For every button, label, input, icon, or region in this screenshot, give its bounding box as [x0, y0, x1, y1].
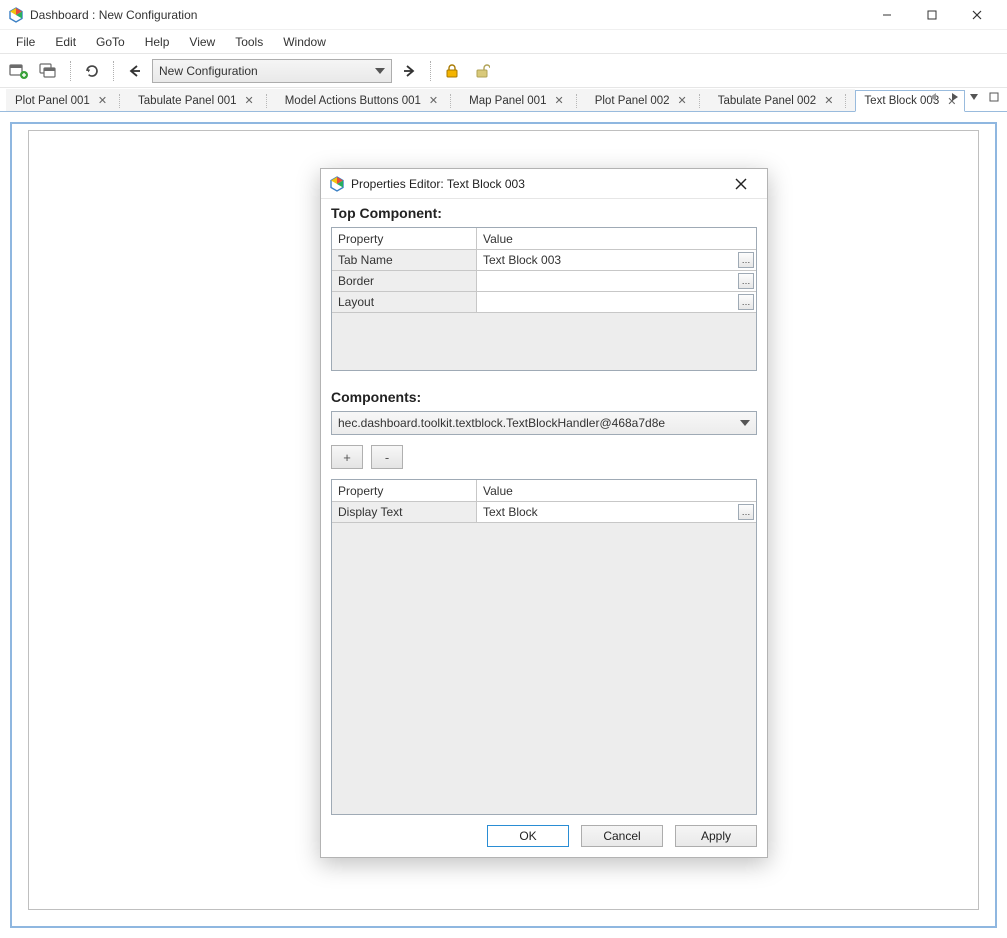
dialog-button-row: OK Cancel Apply — [331, 815, 757, 847]
menu-bar: File Edit GoTo Help View Tools Window — [0, 30, 1007, 54]
tab-label: Tabulate Panel 001 — [138, 95, 236, 107]
remove-component-button[interactable]: - — [371, 445, 403, 469]
tab-tabulate-panel-002[interactable]: Tabulate Panel 002 ✕ — [709, 89, 856, 111]
top-component-table: Property Value Tab Name Text Block 003 …… — [331, 227, 757, 371]
toolbar-separator — [113, 61, 114, 81]
column-header-property: Property — [332, 480, 477, 501]
app-icon — [8, 7, 24, 23]
tab-label: Model Actions Buttons 001 — [285, 95, 421, 107]
ellipsis-button[interactable]: … — [738, 252, 754, 268]
tab-menu-button[interactable] — [967, 90, 981, 104]
menu-edit[interactable]: Edit — [45, 33, 86, 51]
column-header-property: Property — [332, 228, 477, 249]
table-row: Border … — [332, 270, 756, 291]
tab-tabulate-panel-001[interactable]: Tabulate Panel 001 ✕ — [129, 89, 276, 111]
title-bar: Dashboard : New Configuration — [0, 0, 1007, 30]
cancel-button[interactable]: Cancel — [581, 825, 663, 847]
section-components: Components: — [331, 389, 757, 405]
lock-open-button[interactable] — [469, 58, 495, 84]
prop-key: Layout — [332, 291, 477, 312]
ellipsis-button[interactable]: … — [738, 273, 754, 289]
toolbar-separator — [430, 61, 431, 81]
configuration-select-label: New Configuration — [159, 64, 258, 78]
tab-label: Map Panel 001 — [469, 95, 546, 107]
table-empty-area — [332, 522, 756, 814]
dialog-title-bar: Properties Editor: Text Block 003 — [321, 169, 767, 199]
close-icon[interactable]: ✕ — [429, 94, 438, 107]
prop-value-border[interactable]: … — [477, 270, 756, 291]
close-icon[interactable]: ✕ — [98, 94, 107, 107]
dialog-title: Properties Editor: Text Block 003 — [351, 177, 525, 191]
tab-plot-panel-001[interactable]: Plot Panel 001 ✕ — [6, 89, 129, 111]
tab-strip: Plot Panel 001 ✕ Tabulate Panel 001 ✕ Mo… — [0, 88, 1007, 112]
prop-value-layout[interactable]: … — [477, 291, 756, 312]
lock-closed-button[interactable] — [439, 58, 465, 84]
dialog-close-button[interactable] — [723, 170, 759, 198]
prop-key: Display Text — [332, 501, 477, 522]
component-properties-table: Property Value Display Text Text Block … — [331, 479, 757, 815]
table-empty-area — [332, 312, 756, 370]
menu-goto[interactable]: GoTo — [86, 33, 135, 51]
close-icon[interactable]: ✕ — [554, 94, 563, 107]
ok-button[interactable]: OK — [487, 825, 569, 847]
ellipsis-button[interactable]: … — [738, 294, 754, 310]
tab-plot-panel-002[interactable]: Plot Panel 002 ✕ — [586, 89, 709, 111]
section-top-component: Top Component: — [331, 205, 757, 221]
close-icon[interactable]: ✕ — [678, 94, 687, 107]
prop-value-tab-name[interactable]: Text Block 003 … — [477, 249, 756, 270]
tab-maximize-button[interactable] — [987, 90, 1001, 104]
close-icon[interactable]: ✕ — [245, 94, 254, 107]
menu-file[interactable]: File — [6, 33, 45, 51]
menu-help[interactable]: Help — [135, 33, 180, 51]
window-title: Dashboard : New Configuration — [30, 8, 197, 22]
prop-key: Border — [332, 270, 477, 291]
apply-button[interactable]: Apply — [675, 825, 757, 847]
refresh-button[interactable] — [79, 58, 105, 84]
tab-scroll-right-button[interactable] — [947, 90, 961, 104]
window-minimize-button[interactable] — [864, 0, 909, 30]
prop-value-display-text[interactable]: Text Block … — [477, 501, 756, 522]
new-panel-button[interactable] — [6, 58, 32, 84]
component-handler-select[interactable]: hec.dashboard.toolkit.textblock.TextBloc… — [331, 411, 757, 435]
add-component-button[interactable]: + — [331, 445, 363, 469]
window-close-button[interactable] — [954, 0, 999, 30]
menu-tools[interactable]: Tools — [225, 33, 273, 51]
toolbar: New Configuration — [0, 54, 1007, 88]
tab-label: Plot Panel 002 — [595, 95, 670, 107]
tabstrip-tools — [927, 90, 1001, 104]
prop-key: Tab Name — [332, 249, 477, 270]
tab-label: Tabulate Panel 002 — [718, 95, 816, 107]
nav-back-button[interactable] — [122, 58, 148, 84]
menu-view[interactable]: View — [179, 33, 225, 51]
chevron-down-icon — [375, 68, 385, 74]
table-row: Display Text Text Block … — [332, 501, 756, 522]
tab-label: Plot Panel 001 — [15, 95, 90, 107]
toolbar-separator — [70, 61, 71, 81]
column-header-value: Value — [477, 480, 756, 501]
duplicate-panel-button[interactable] — [36, 58, 62, 84]
close-icon[interactable]: ✕ — [824, 94, 833, 107]
window-maximize-button[interactable] — [909, 0, 954, 30]
dialog-body: Top Component: Property Value Tab Name T… — [321, 199, 767, 857]
column-header-value: Value — [477, 228, 756, 249]
ellipsis-button[interactable]: … — [738, 504, 754, 520]
nav-forward-button[interactable] — [396, 58, 422, 84]
menu-window[interactable]: Window — [273, 33, 336, 51]
table-row: Layout … — [332, 291, 756, 312]
chevron-down-icon — [740, 420, 750, 426]
properties-editor-dialog: Properties Editor: Text Block 003 Top Co… — [320, 168, 768, 858]
app-icon — [329, 176, 345, 192]
component-handler-label: hec.dashboard.toolkit.textblock.TextBloc… — [338, 416, 665, 430]
tab-scroll-left-button[interactable] — [927, 90, 941, 104]
table-row: Tab Name Text Block 003 … — [332, 249, 756, 270]
tab-model-actions-buttons-001[interactable]: Model Actions Buttons 001 ✕ — [276, 89, 460, 111]
tab-map-panel-001[interactable]: Map Panel 001 ✕ — [460, 89, 586, 111]
configuration-select[interactable]: New Configuration — [152, 59, 392, 83]
